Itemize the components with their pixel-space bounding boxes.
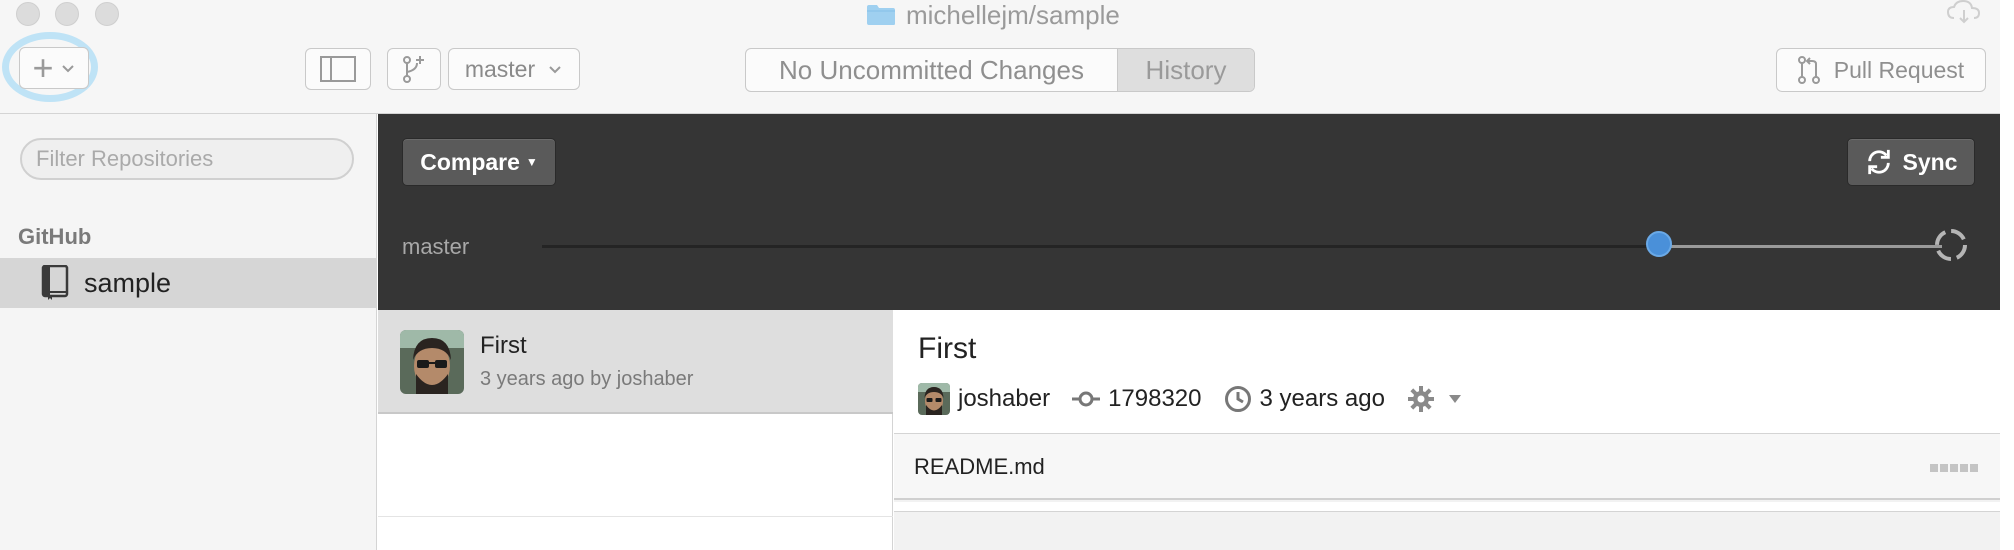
pull-request-button[interactable]: Pull Request: [1776, 48, 1986, 92]
branch-icon: [403, 56, 424, 83]
file-name: README.md: [914, 454, 1045, 479]
commit-title: First: [480, 332, 527, 359]
chevron-down-icon: [549, 66, 561, 74]
compare-button[interactable]: Compare ▼: [402, 138, 556, 186]
commit-detail-meta: joshaber 1798320 3 years ago: [918, 382, 1471, 416]
view-segmented-control: No Uncommitted Changes History: [745, 48, 1255, 92]
window-title: michellejm/sample: [866, 0, 1120, 30]
repository-sidebar: GitHub sample: [0, 114, 377, 550]
repository-icon: [41, 265, 69, 300]
commit-sha[interactable]: 1798320: [1108, 385, 1201, 413]
add-repository-button[interactable]: +: [19, 47, 89, 89]
commit-detail: First joshaber 1798320 3 years ago READM…: [894, 310, 2000, 550]
toolbar: michellejm/sample + master No Uncommitte…: [0, 0, 2000, 114]
timeline-track: [542, 245, 1660, 248]
commit-icon: [1072, 391, 1101, 407]
minimize-window-button[interactable]: [55, 2, 79, 26]
commit-detail-header: First joshaber 1798320 3 years ago: [894, 310, 2000, 434]
list-divider: [378, 516, 893, 517]
toggle-sidebar-button[interactable]: [305, 48, 371, 90]
sync-icon: [1867, 149, 1890, 175]
gear-icon[interactable]: [1407, 385, 1435, 413]
author-avatar-image: [918, 383, 950, 415]
commit-list: First 3 years ago by joshaber: [378, 310, 893, 550]
timeline-track-ahead: [1660, 245, 1942, 248]
avatar: [400, 330, 464, 394]
diff-stat-bar: [1930, 464, 1978, 472]
clock-icon: [1224, 386, 1251, 412]
author-avatar-image: [400, 330, 464, 394]
tab-uncommitted-changes[interactable]: No Uncommitted Changes: [746, 49, 1118, 91]
repository-group-label: GitHub: [18, 224, 92, 249]
commit-time: 3 years ago: [1259, 385, 1385, 412]
chevron-down-icon: [61, 65, 74, 73]
commit-timeline: [542, 245, 1942, 249]
sidebar-icon: [320, 56, 356, 82]
window-title-text: michellejm/sample: [906, 0, 1120, 30]
file-diff-body: [894, 502, 2000, 512]
sync-button[interactable]: Sync: [1847, 138, 1975, 186]
compare-label: Compare: [420, 148, 520, 175]
commit-detail-title: First: [918, 332, 977, 365]
commit-author[interactable]: joshaber: [958, 385, 1050, 413]
commit-meta: 3 years ago by joshaber: [480, 368, 694, 390]
filter-repositories-input[interactable]: [20, 138, 354, 180]
timeline-sync-indicator-icon: [1935, 229, 1967, 261]
plus-icon: +: [32, 47, 54, 88]
sync-label: Sync: [1902, 148, 1958, 175]
sidebar-item-label: sample: [84, 267, 172, 298]
caret-down-icon[interactable]: [1447, 391, 1463, 407]
branch-selector-label: master: [464, 55, 536, 82]
file-diff-header[interactable]: README.md: [894, 434, 2000, 500]
history-header: Compare ▼ Sync master: [378, 114, 2000, 310]
timeline-branch-label: master: [402, 234, 470, 259]
tab-history[interactable]: History: [1118, 49, 1254, 91]
sidebar-item-sample[interactable]: sample: [0, 258, 376, 308]
pull-request-label: Pull Request: [1833, 56, 1965, 83]
avatar: [918, 383, 950, 415]
window-edge: [2000, 0, 2014, 550]
branch-selector[interactable]: master: [448, 48, 580, 90]
caret-down-icon: ▼: [525, 155, 538, 169]
create-branch-button[interactable]: [387, 48, 441, 90]
list-item[interactable]: First 3 years ago by joshaber: [378, 310, 893, 414]
zoom-window-button[interactable]: [95, 2, 119, 26]
pull-request-icon: [1797, 56, 1820, 84]
folder-icon: [867, 5, 895, 25]
timeline-commit-dot[interactable]: [1646, 231, 1672, 257]
close-window-button[interactable]: [16, 2, 40, 26]
cloud-download-icon[interactable]: [1946, 0, 1982, 24]
